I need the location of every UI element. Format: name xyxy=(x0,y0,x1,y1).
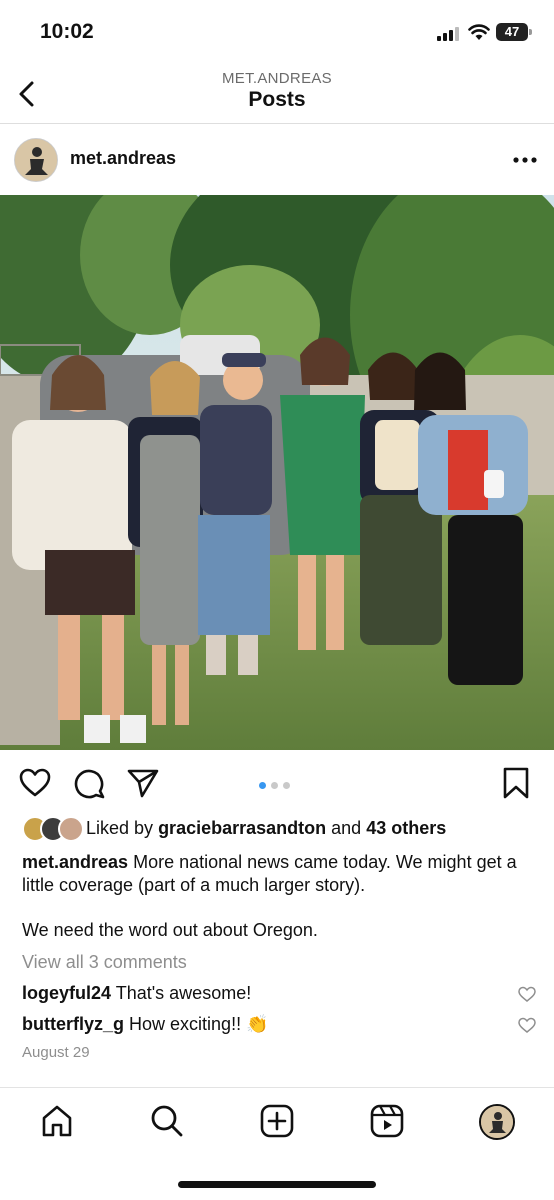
carousel-dot-active xyxy=(259,782,266,789)
caption-username[interactable]: met.andreas xyxy=(22,852,128,872)
battery-icon: 47 xyxy=(496,23,528,41)
post-username[interactable]: met.andreas xyxy=(70,148,176,169)
likes-prefix: Liked by xyxy=(86,818,154,838)
post-avatar[interactable] xyxy=(14,138,58,182)
home-indicator xyxy=(178,1181,376,1188)
liker-avatar[interactable] xyxy=(58,816,84,842)
profile-avatar-tab[interactable] xyxy=(479,1104,515,1140)
carousel-dot xyxy=(283,782,290,789)
comment-text: That's awesome! xyxy=(115,983,252,1003)
likes-summary[interactable]: Liked by graciebarrasandton and 43 other… xyxy=(86,818,446,839)
search-icon[interactable] xyxy=(150,1104,184,1138)
post-date: August 29 xyxy=(22,1044,90,1061)
view-all-comments-link[interactable]: View all 3 comments xyxy=(22,952,187,973)
reels-icon[interactable] xyxy=(370,1104,404,1138)
post-photo[interactable] xyxy=(0,195,554,750)
header-divider xyxy=(0,123,554,124)
group-photo-image xyxy=(0,195,554,750)
likes-conj: and xyxy=(331,818,362,838)
comment-username[interactable]: butterflyz_g xyxy=(22,1014,124,1034)
more-options-icon[interactable] xyxy=(512,150,538,170)
home-icon[interactable] xyxy=(40,1104,74,1138)
carousel-dot xyxy=(271,782,278,789)
battery-tip xyxy=(529,29,532,35)
page-title: Posts xyxy=(248,88,306,111)
comment-like-heart-icon[interactable] xyxy=(518,986,536,1002)
avatar-figure-icon xyxy=(15,139,57,181)
comment-icon[interactable] xyxy=(72,766,106,800)
comment-username[interactable]: logeyful24 xyxy=(22,983,111,1003)
header-username: MET.ANDREAS xyxy=(222,70,332,87)
create-post-icon[interactable] xyxy=(260,1104,294,1138)
comment-text: How exciting!! 👏 xyxy=(129,1014,269,1034)
avatar-figure-icon xyxy=(481,1106,513,1138)
status-time: 10:02 xyxy=(40,20,94,43)
like-heart-icon[interactable] xyxy=(18,766,52,800)
save-bookmark-icon[interactable] xyxy=(499,766,533,800)
likes-user[interactable]: graciebarrasandton xyxy=(158,818,326,838)
comment-row: logeyful24 That's awesome! xyxy=(22,983,251,1004)
comment-like-heart-icon[interactable] xyxy=(518,1017,536,1033)
carousel-indicator xyxy=(259,776,295,794)
share-send-icon[interactable] xyxy=(126,766,160,800)
caption-text-2: We need the word out about Oregon. xyxy=(22,920,318,940)
wifi-icon xyxy=(468,24,490,40)
likes-others[interactable]: 43 others xyxy=(366,818,446,838)
comment-row: butterflyz_g How exciting!! 👏 xyxy=(22,1014,269,1035)
post-caption: met.andreas More national news came toda… xyxy=(22,851,532,897)
nav-divider xyxy=(0,1087,554,1088)
cellular-signal-icon xyxy=(437,27,459,41)
